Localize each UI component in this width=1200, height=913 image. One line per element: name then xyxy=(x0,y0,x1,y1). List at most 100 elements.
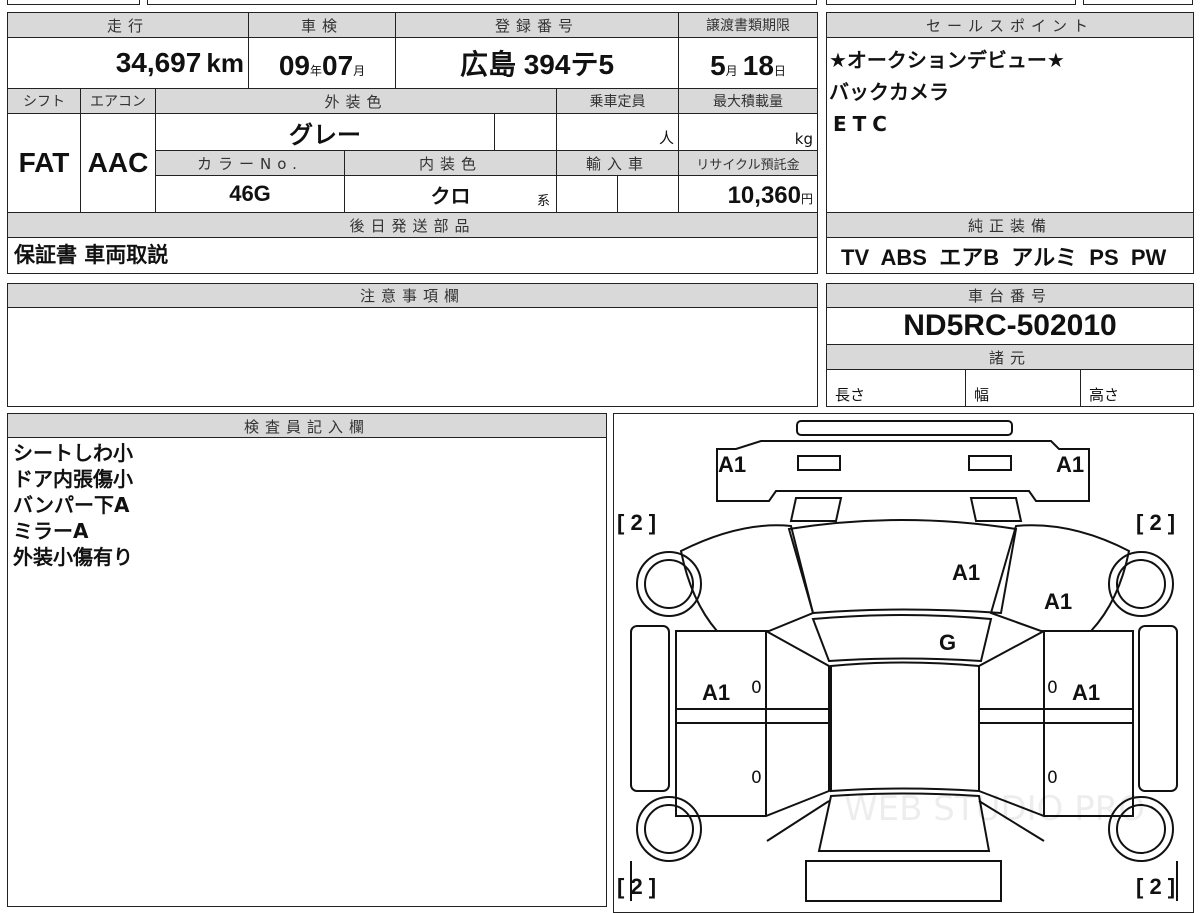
mileage-value: 34,697 km xyxy=(7,37,249,89)
registration-header: 登録番号 xyxy=(395,12,679,38)
import-header: 輸入車 xyxy=(556,150,679,176)
recycle-header: リサイクル預託金 xyxy=(678,150,818,176)
left-door-lines xyxy=(676,631,829,816)
marker-zero: 0 xyxy=(1047,678,1058,698)
yen-unit: 円 xyxy=(800,192,813,206)
max-load-value: kg xyxy=(678,113,818,151)
inspector-line: 外装小傷有り xyxy=(13,545,133,569)
month-unit: 月 xyxy=(353,64,366,78)
front-panel-shape xyxy=(716,440,1090,502)
fog-lamp-shape xyxy=(789,497,1023,522)
front-bumper-shape xyxy=(796,420,1013,436)
interior-color-value: クロ 系 xyxy=(344,175,557,213)
top-box xyxy=(7,0,140,5)
import-cell xyxy=(617,175,679,213)
transfer-day: 18 xyxy=(742,50,774,81)
later-parts-value: 保証書 車両取説 xyxy=(7,237,818,274)
inspection-value: 09 年 07 月 xyxy=(248,37,396,89)
damage-hood: A1 xyxy=(952,560,981,585)
ac-value: AAC xyxy=(80,113,156,213)
year-unit: 年 xyxy=(309,64,322,78)
marker-zero: 0 xyxy=(751,678,762,698)
shift-header: シフト xyxy=(7,88,81,114)
inspection-month: 07 xyxy=(322,50,354,81)
width-cell: 幅 xyxy=(965,369,1081,407)
top-box xyxy=(147,0,817,5)
tire-front-right: [ 2 ] xyxy=(1136,510,1176,535)
trunk-shape xyxy=(805,860,1002,902)
left-sill-shape xyxy=(630,625,670,792)
max-load-header: 最大積載量 xyxy=(678,88,818,114)
inspector-line: シートしわ小 xyxy=(13,441,133,465)
inspection-year: 09 xyxy=(278,50,310,81)
length-cell: 長さ xyxy=(826,369,966,407)
sales-point-header: セールスポイント xyxy=(826,12,1194,38)
headlight-shape xyxy=(797,455,841,471)
notes-box xyxy=(7,307,818,407)
spec-header: 諸元 xyxy=(826,344,1194,370)
exterior-color-header: 外装色 xyxy=(155,88,557,114)
registration-number: 広島 394テ5 xyxy=(395,37,679,89)
tire-rear-left: [ 2 ] xyxy=(617,874,657,899)
transfer-month: 5 xyxy=(710,50,726,81)
right-sill-shape xyxy=(1138,625,1178,792)
mileage-number: 34,697 xyxy=(115,47,202,78)
exterior-color-extra xyxy=(494,113,557,151)
color-no-value: 46G xyxy=(155,175,345,213)
month-unit: 月 xyxy=(725,64,738,78)
interior-color-suffix: 系 xyxy=(536,194,550,209)
wheel-shape xyxy=(644,804,694,854)
inspector-line: バンパー下A xyxy=(13,493,130,517)
top-box xyxy=(826,0,1076,5)
capacity-header: 乗車定員 xyxy=(556,88,679,114)
notes-header: 注意事項欄 xyxy=(7,283,818,308)
inspector-line: ミラーA xyxy=(13,519,89,543)
tire-front-left: [ 2 ] xyxy=(617,510,657,535)
exterior-color-value: グレー xyxy=(155,113,495,151)
marker-zero: 0 xyxy=(1047,768,1058,788)
capacity-value: 人 xyxy=(556,113,679,151)
sales-point-box: ★オークションデビュー★ バックカメラ ETC xyxy=(826,37,1194,213)
transfer-deadline-header: 譲渡書類期限 xyxy=(678,12,818,38)
inspector-header: 検査員記入欄 xyxy=(7,413,607,439)
mileage-header: 走行 xyxy=(7,12,249,38)
roof-shape xyxy=(830,661,980,793)
right-fender-shape xyxy=(989,524,1131,632)
sales-point-line: ★オークションデビュー★ xyxy=(829,48,1065,72)
inspector-line: ドア内張傷小 xyxy=(13,467,133,491)
wheel-shape xyxy=(644,559,694,609)
day-unit: 日 xyxy=(773,64,786,78)
damage-left-door: A1 xyxy=(702,680,731,705)
equipment-value: TV ABS エアB アルミ PS PW xyxy=(826,237,1194,274)
ac-header: エアコン xyxy=(80,88,156,114)
watermark: WEB STUDIO PRO xyxy=(844,789,1146,829)
equipment-header: 純正装備 xyxy=(826,212,1194,238)
damage-right-door: A1 xyxy=(1072,680,1101,705)
inspector-box: シートしわ小 ドア内張傷小 バンパー下A ミラーA 外装小傷有り xyxy=(7,437,607,907)
transfer-deadline-value: 5月 18 日 xyxy=(678,37,818,89)
wheel-shape xyxy=(1116,559,1166,609)
wheel-shape xyxy=(636,796,702,862)
top-box xyxy=(1083,0,1193,5)
inspection-header: 車検 xyxy=(248,12,396,38)
wheel-shape xyxy=(636,551,702,617)
windshield-shape xyxy=(811,614,993,663)
car-diagram: A1 A1 [ 2 ] [ 2 ] [ 2 ] [ 2 ] A1 G A1 A1… xyxy=(613,413,1194,913)
sales-point-line: ETC xyxy=(833,112,893,136)
damage-front-left: A1 xyxy=(718,452,747,477)
damage-windshield: G xyxy=(939,630,957,655)
color-no-header: カラーNo. xyxy=(155,150,345,176)
shift-value: FAT xyxy=(7,113,81,213)
hood-shape xyxy=(787,519,1018,615)
recycle-value: 10,360 円 xyxy=(678,175,818,213)
marker-zero: 0 xyxy=(751,768,762,788)
damage-right-fender: A1 xyxy=(1044,589,1073,614)
later-parts-header: 後日発送部品 xyxy=(7,212,818,238)
import-cell xyxy=(556,175,618,213)
sales-point-line: バックカメラ xyxy=(829,80,949,104)
tire-rear-right: [ 2 ] xyxy=(1136,874,1176,899)
mileage-unit: km xyxy=(206,47,244,78)
headlight-shape xyxy=(968,455,1012,471)
interior-color-text: クロ xyxy=(430,185,471,208)
damage-front-right: A1 xyxy=(1056,452,1085,477)
